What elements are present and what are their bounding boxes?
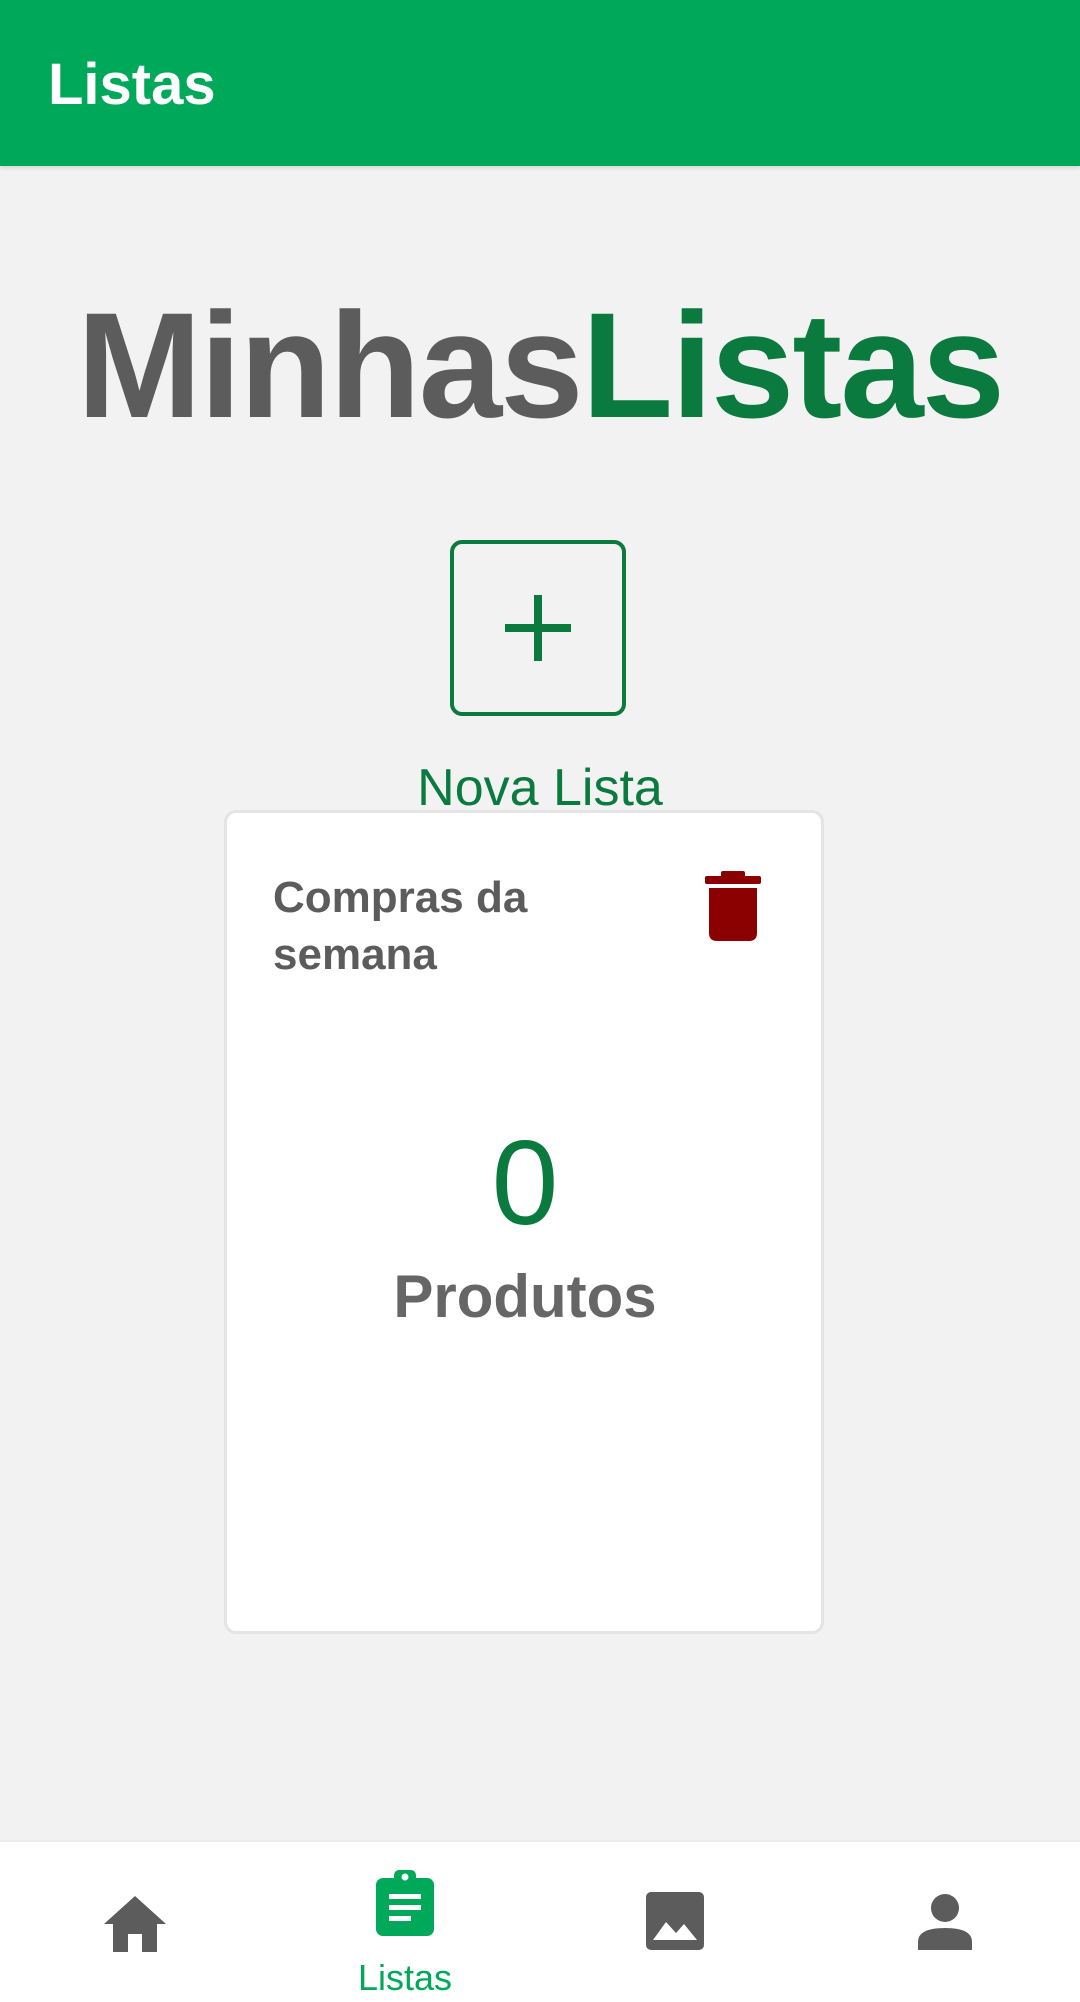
app-bar-title: Listas — [48, 52, 216, 117]
bottom-navigation: Listas — [0, 1840, 1080, 2002]
new-list-button[interactable] — [450, 540, 626, 716]
list-card-product-count: 0 — [491, 1116, 559, 1250]
app-bar: Listas — [0, 0, 1080, 166]
nav-item-profile[interactable] — [810, 1842, 1080, 2002]
page-heading-word-2: Listas — [581, 281, 1006, 449]
nav-item-listas-label: Listas — [357, 1957, 453, 1998]
list-card-title: Compras da semana — [273, 873, 528, 979]
plus-icon — [505, 595, 571, 661]
clipboard-list-icon — [376, 1870, 434, 1936]
nav-item-listas[interactable]: Listas — [270, 1842, 540, 2002]
trash-icon[interactable] — [705, 871, 761, 941]
nav-item-home[interactable] — [0, 1842, 270, 2002]
nav-item-gallery[interactable] — [540, 1842, 810, 2002]
page-heading: MinhasListas — [0, 280, 1080, 450]
image-icon — [646, 1892, 704, 1950]
page-heading-word-1: Minhas — [76, 281, 584, 449]
home-icon — [104, 1896, 166, 1952]
person-icon — [918, 1894, 972, 1950]
list-card-product-label: Produtos — [393, 1263, 657, 1330]
